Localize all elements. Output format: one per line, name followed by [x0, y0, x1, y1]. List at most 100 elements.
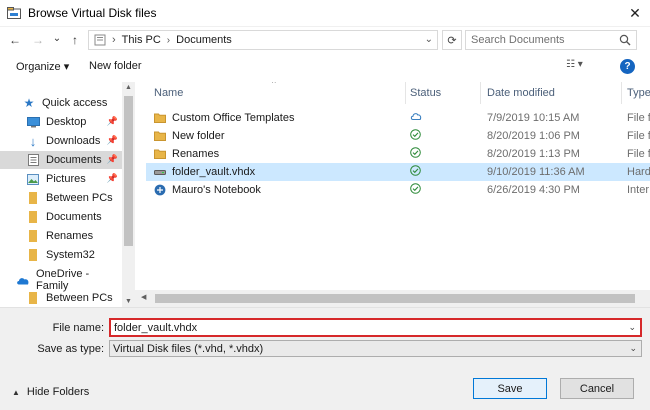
folder-icon	[26, 249, 40, 261]
search-placeholder: Search Documents	[471, 34, 565, 46]
file-name-field[interactable]: folder_vault.vhdx ⌄	[109, 318, 642, 337]
column-divider[interactable]	[621, 82, 622, 104]
breadcrumb-documents[interactable]: Documents	[176, 34, 232, 46]
documents-icon	[26, 154, 40, 166]
file-name: Custom Office Templates	[172, 112, 295, 124]
scroll-thumb[interactable]	[155, 294, 635, 303]
file-row[interactable]: New folder 8/20/2019 1:06 PM File f	[146, 127, 650, 145]
sidebar-item-downloads[interactable]: ↓ Downloads 📌	[0, 132, 122, 150]
sidebar-item-documents[interactable]: Documents 📌	[0, 151, 122, 169]
column-header-type[interactable]: Type	[627, 82, 650, 104]
folder-icon	[154, 149, 166, 159]
help-icon[interactable]: ?	[620, 59, 635, 74]
cloud-status-icon	[410, 113, 422, 120]
recent-locations-button[interactable]: ⌄	[48, 28, 66, 48]
up-button[interactable]: ↑	[66, 30, 84, 50]
sidebar-scrollbar[interactable]: ▲ ▼	[122, 82, 135, 307]
file-row-selected[interactable]: folder_vault.vhdx 9/10/2019 11:36 AM Har…	[146, 163, 650, 181]
file-date: 9/10/2019 11:36 AM	[487, 166, 585, 178]
new-folder-button[interactable]: New folder	[89, 60, 142, 72]
sidebar-item-label: Renames	[46, 230, 94, 242]
chevron-down-icon[interactable]: ⌄	[628, 322, 636, 333]
breadcrumb-this-pc[interactable]: This PC	[122, 34, 161, 46]
file-row[interactable]: Custom Office Templates 7/9/2019 10:15 A…	[146, 109, 650, 127]
file-list: ^ Name Status Date modified Type Custom …	[146, 82, 650, 307]
cancel-button[interactable]: Cancel	[560, 378, 634, 399]
sidebar-item-documents-folder[interactable]: Documents	[0, 208, 122, 226]
sidebar-item-desktop[interactable]: Desktop 📌	[0, 113, 122, 131]
search-input[interactable]: Search Documents	[465, 30, 637, 50]
sidebar-item-system32[interactable]: System32	[0, 246, 122, 264]
pin-icon: 📌	[106, 116, 118, 126]
folder-icon	[154, 113, 166, 123]
column-header-name[interactable]: Name	[154, 82, 183, 104]
column-label: Date modified	[487, 87, 555, 99]
back-button[interactable]: ←	[6, 30, 24, 50]
synced-check-icon	[410, 129, 421, 140]
file-date: 6/26/2019 4:30 PM	[487, 184, 580, 196]
scroll-up-icon[interactable]: ▲	[125, 84, 132, 91]
folder-icon	[26, 192, 40, 204]
column-divider[interactable]	[480, 82, 481, 104]
save-button[interactable]: Save	[473, 378, 547, 399]
sidebar-item-renames[interactable]: Renames	[0, 227, 122, 245]
scroll-left-icon[interactable]: ◀	[141, 293, 146, 301]
pin-icon: 📌	[106, 135, 118, 145]
command-bar: Organize ▾ New folder ☷ ▾ ?	[0, 55, 650, 79]
hide-folders-toggle[interactable]: ▲ Hide Folders	[12, 386, 89, 398]
synced-check-icon	[410, 183, 421, 194]
save-as-type-label: Save as type:	[37, 343, 104, 355]
scroll-down-icon[interactable]: ▼	[125, 298, 132, 305]
star-icon: ★	[23, 96, 35, 110]
scroll-thumb[interactable]	[124, 96, 133, 246]
organize-menu-button[interactable]: Organize ▾	[16, 60, 69, 73]
file-name: Renames	[172, 148, 220, 160]
file-name: New folder	[172, 130, 225, 142]
folder-icon	[154, 131, 166, 141]
sidebar-item-between-pcs-onedrive[interactable]: Between PCs	[0, 289, 122, 307]
sidebar-item-label: Downloads	[46, 135, 101, 147]
file-row[interactable]: Renames 8/20/2019 1:13 PM File f	[146, 145, 650, 163]
column-divider[interactable]	[405, 82, 406, 104]
back-arrow-icon: ←	[9, 33, 21, 47]
sidebar-item-onedrive-family[interactable]: OneDrive - Family	[16, 268, 122, 292]
sidebar-item-label: Documents	[46, 154, 102, 166]
column-label: Name	[154, 87, 184, 99]
horizontal-scrollbar[interactable]: ◀	[135, 290, 650, 307]
column-header-date-modified[interactable]: Date modified	[487, 82, 555, 104]
sidebar-item-quick-access[interactable]: ★ Quick access	[22, 94, 122, 112]
column-header-status[interactable]: Status	[410, 82, 441, 104]
sidebar-item-label: Quick access	[42, 97, 108, 109]
folder-icon	[26, 211, 40, 223]
window-title: Browse Virtual Disk files	[28, 6, 157, 20]
sidebar-item-label: Between PCs	[46, 292, 113, 304]
file-name: folder_vault.vhdx	[172, 166, 256, 178]
file-type: Inter	[627, 184, 650, 196]
search-icon	[619, 34, 631, 46]
forward-button[interactable]: →	[29, 30, 47, 50]
save-as-type-value: Virtual Disk files (*.vhd, *.vhdx)	[113, 342, 264, 355]
save-panel: File name: folder_vault.vhdx ⌄ Save as t…	[0, 307, 650, 410]
sidebar-item-label: Documents	[46, 211, 102, 223]
app-icon	[7, 7, 21, 19]
refresh-button[interactable]: ⟳	[442, 30, 462, 50]
hide-folders-label: Hide Folders	[26, 386, 90, 398]
sidebar-item-pictures[interactable]: Pictures 📌	[0, 170, 122, 188]
address-bar[interactable]: › This PC › Documents ⌄	[88, 30, 438, 50]
address-dropdown-icon[interactable]: ⌄	[425, 34, 433, 45]
chevron-down-icon: ⌄	[52, 32, 62, 44]
breadcrumb-separator: ›	[112, 34, 116, 46]
pictures-icon	[26, 173, 40, 185]
change-view-icon[interactable]: ☷ ▾	[566, 59, 583, 70]
chevron-down-icon[interactable]: ⌄	[629, 343, 637, 354]
file-row[interactable]: Mauro's Notebook 6/26/2019 4:30 PM Inter	[146, 181, 650, 199]
download-icon: ↓	[29, 133, 37, 149]
sidebar-item-between-pcs[interactable]: Between PCs	[0, 189, 122, 207]
column-label: Status	[410, 87, 442, 99]
file-date: 8/20/2019 1:13 PM	[487, 148, 580, 160]
file-name: Mauro's Notebook	[172, 184, 261, 196]
file-date: 8/20/2019 1:06 PM	[487, 130, 580, 142]
save-as-type-select[interactable]: Virtual Disk files (*.vhd, *.vhdx) ⌄	[109, 340, 642, 357]
file-name-label: File name:	[52, 322, 104, 334]
close-button[interactable]: ✕	[620, 0, 650, 27]
